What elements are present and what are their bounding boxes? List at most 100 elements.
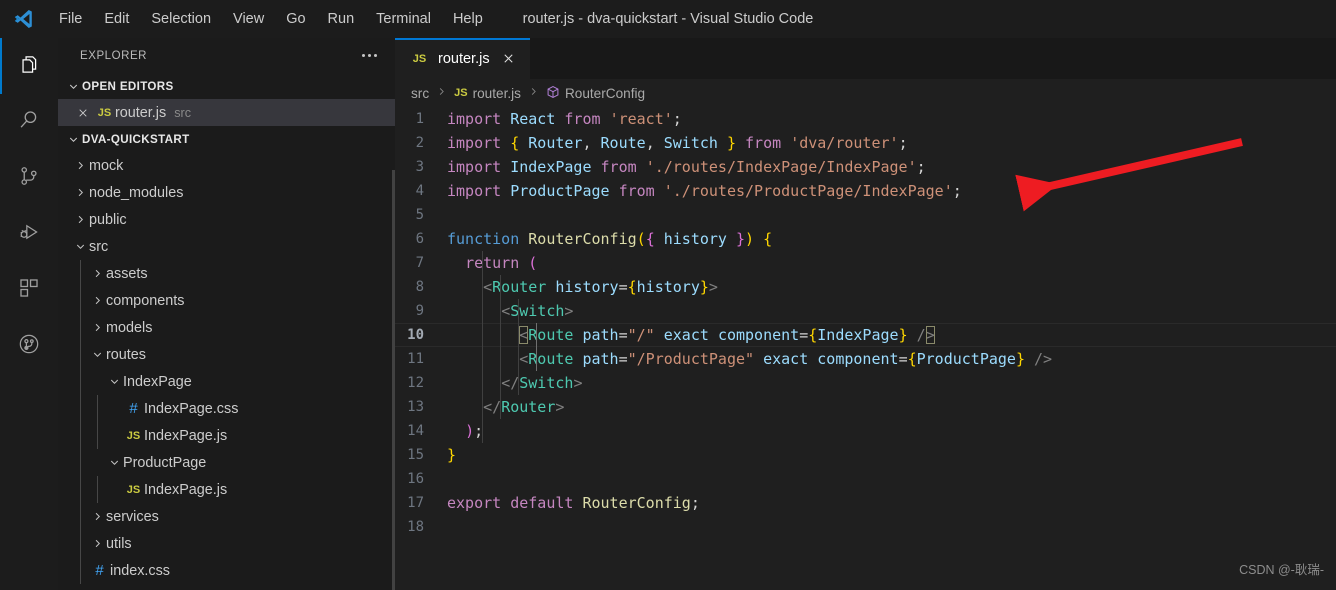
tree-item-label: IndexPage.js xyxy=(144,427,228,444)
code-line-5[interactable]: 5 xyxy=(395,203,1336,227)
chevron-down-icon[interactable] xyxy=(72,240,89,253)
tree-item-mock[interactable]: mock xyxy=(58,152,395,179)
activity-item-extensions[interactable] xyxy=(0,262,58,318)
tree-item-label: routes xyxy=(106,346,146,363)
menu-item-help[interactable]: Help xyxy=(444,7,492,31)
tree-item-models[interactable]: models xyxy=(58,314,395,341)
code-line-9[interactable]: 9 <Switch> xyxy=(395,299,1336,323)
breadcrumb-item-router-js[interactable]: JS router.js xyxy=(454,86,521,101)
code-line-1[interactable]: 1 import React from 'react'; xyxy=(395,107,1336,131)
section-project-root[interactable]: DVA-QUICKSTART xyxy=(58,126,395,152)
ellipsis-icon[interactable] xyxy=(362,54,377,57)
activity-item-testing[interactable] xyxy=(0,318,58,374)
open-editor-item-router-js[interactable]: JS router.js src xyxy=(58,99,395,126)
tree-item-node-modules[interactable]: node_modules xyxy=(58,179,395,206)
code-line-14[interactable]: 14 ); xyxy=(395,419,1336,443)
tree-item-assets[interactable]: assets xyxy=(58,260,395,287)
open-editor-label: router.js xyxy=(115,104,167,121)
tree-item-src[interactable]: src xyxy=(58,233,395,260)
chevron-down-icon[interactable] xyxy=(106,375,123,388)
editor-tab-router-js[interactable]: JS router.js xyxy=(395,38,530,79)
close-icon[interactable] xyxy=(498,52,520,65)
tree-item-components[interactable]: components xyxy=(58,287,395,314)
menu-item-run[interactable]: Run xyxy=(319,7,364,31)
tree-indent-guide xyxy=(97,476,98,503)
section-open-editors[interactable]: OPEN EDITORS xyxy=(58,73,395,99)
chevron-down-icon[interactable] xyxy=(106,456,123,469)
close-icon[interactable] xyxy=(72,107,94,119)
code-line-7[interactable]: 7 return ( xyxy=(395,251,1336,275)
chevron-right-icon[interactable] xyxy=(89,510,106,523)
code-line-18[interactable]: 18 xyxy=(395,515,1336,539)
code-token: { xyxy=(907,350,917,368)
chevron-right-icon[interactable] xyxy=(89,267,106,280)
menu-item-terminal[interactable]: Terminal xyxy=(367,7,440,31)
tree-item-indexpage-js[interactable]: JS IndexPage.js xyxy=(58,476,395,503)
code-line-8[interactable]: 8 <Router history={history}> xyxy=(395,275,1336,299)
activity-item-source-control[interactable] xyxy=(0,150,58,206)
menu-item-go[interactable]: Go xyxy=(277,7,314,31)
tree-item-label: node_modules xyxy=(89,184,184,201)
code-line-2[interactable]: 2 import { Router, Route, Switch } from '… xyxy=(395,131,1336,155)
code-line-17[interactable]: 17 export default RouterConfig; xyxy=(395,491,1336,515)
activity-item-search[interactable] xyxy=(0,94,58,150)
tree-indent-guide xyxy=(80,557,81,584)
tree-item-public[interactable]: public xyxy=(58,206,395,233)
code-token: ( xyxy=(528,254,538,272)
source-control-icon xyxy=(16,163,42,194)
chevron-right-icon[interactable] xyxy=(89,321,106,334)
chevron-down-icon xyxy=(65,80,82,93)
line-number: 18 xyxy=(407,519,424,535)
code-line-6[interactable]: 6 function RouterConfig({ history }) { xyxy=(395,227,1336,251)
breadcrumb-item-routerconfig[interactable]: RouterConfig xyxy=(546,85,645,102)
chevron-down-icon[interactable] xyxy=(89,348,106,361)
activity-item-run-and-debug[interactable] xyxy=(0,206,58,262)
code-line-15[interactable]: 15} xyxy=(395,443,1336,467)
menu-item-file[interactable]: File xyxy=(50,7,91,31)
tree-item-indexpage-js[interactable]: JS IndexPage.js xyxy=(58,422,395,449)
tree-item-productpage[interactable]: ProductPage xyxy=(58,449,395,476)
code-token: "/" xyxy=(627,326,655,344)
chevron-right-icon[interactable] xyxy=(72,213,89,226)
chevron-right-icon[interactable] xyxy=(72,159,89,172)
code-line-3[interactable]: 3 import IndexPage from './routes/IndexPa… xyxy=(395,155,1336,179)
tree-indent-guide xyxy=(80,395,81,422)
chevron-right-icon[interactable] xyxy=(89,537,106,550)
code-token: / xyxy=(916,326,926,344)
tree-item-routes[interactable]: routes xyxy=(58,341,395,368)
tree-item-indexpage-css[interactable]: # IndexPage.css xyxy=(58,395,395,422)
chevron-right-icon[interactable] xyxy=(72,186,89,199)
menu-item-edit[interactable]: Edit xyxy=(95,7,138,31)
tree-item-utils[interactable]: utils xyxy=(58,530,395,557)
code-token: 'react' xyxy=(609,110,673,128)
tree-item-label: IndexPage xyxy=(123,373,192,390)
activity-item-explorer[interactable] xyxy=(0,38,58,94)
menu-item-selection[interactable]: Selection xyxy=(142,7,220,31)
menu-item-view[interactable]: View xyxy=(224,7,273,31)
tree-item-index-css[interactable]: # index.css xyxy=(58,557,395,584)
code-token: </ xyxy=(483,398,502,416)
line-number: 9 xyxy=(415,303,424,319)
code-line-4[interactable]: 4 import ProductPage from './routes/Produ… xyxy=(395,179,1336,203)
line-number: 6 xyxy=(415,231,424,247)
menu-bar[interactable]: File Edit Selection View Go Run Terminal… xyxy=(48,0,494,38)
code-line-16[interactable]: 16 xyxy=(395,467,1336,491)
tree-item-services[interactable]: services xyxy=(58,503,395,530)
breadcrumb-item-src[interactable]: src xyxy=(411,86,429,101)
tree-item-indexpage[interactable]: IndexPage xyxy=(58,368,395,395)
code-line-12[interactable]: 12 </Switch> xyxy=(395,371,1336,395)
code-editor[interactable]: 1 import React from 'react'; 2 import { Rou… xyxy=(395,107,1336,539)
chevron-right-icon[interactable] xyxy=(89,294,106,307)
breadcrumb[interactable]: src JS router.js RouterConfig xyxy=(395,79,1336,107)
code-line-13[interactable]: 13 </Router> xyxy=(395,395,1336,419)
code-token: from xyxy=(564,110,601,128)
tree-item-label: services xyxy=(106,508,159,525)
editor-area: JS router.js src JS router.js RouterConf… xyxy=(395,38,1336,590)
